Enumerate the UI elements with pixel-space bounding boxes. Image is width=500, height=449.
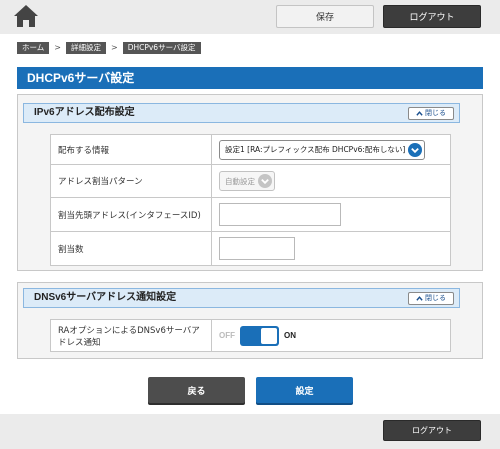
home-icon[interactable] [13,4,39,28]
back-button[interactable]: 戻る [148,377,245,403]
toggle-knob [261,327,277,344]
distribute-info-select[interactable]: 設定1 [RA:プレフィックス配布 DHCPv6:配布しない] [219,139,426,160]
dnsv6-notification-form: RAオプションによるDNSv6サーバアドレス通知 OFF ON [50,319,451,352]
breadcrumb-item-current: DHCPv6サーバ設定 [122,41,201,54]
collapse-label: 閉じる [425,109,446,117]
breadcrumb-separator: > [54,43,61,52]
chevron-up-icon [416,111,423,116]
ra-option-toggle-group: OFF ON [219,325,443,346]
start-address-label: 割当先頭アドレス(インタフェースID) [50,197,212,232]
assign-pattern-value: 自動設定 [225,176,255,186]
assign-pattern-label: アドレス割当パターン [50,164,212,198]
section-header-ipv6-distribution: IPv6アドレス配布設定 閉じる [23,103,460,123]
breadcrumb-item-advanced[interactable]: 詳細設定 [65,41,106,54]
ra-option-label: RAオプションによるDNSv6サーバアドレス通知 [50,319,212,352]
start-address-input[interactable] [219,203,341,226]
assign-pattern-select[interactable]: 自動設定 [219,171,275,191]
chevron-down-icon [258,174,272,188]
section-title: DNSv6サーバアドレス通知設定 [34,292,177,303]
toggle-off-label: OFF [219,331,235,340]
toggle-on-label: ON [284,331,296,340]
breadcrumb-item-home[interactable]: ホーム [17,41,50,54]
save-button[interactable]: 保存 [276,5,374,28]
distribute-info-value: 設定1 [RA:プレフィックス配布 DHCPv6:配布しない] [225,145,406,154]
breadcrumb-separator: > [110,43,118,52]
collapse-label: 閉じる [425,294,446,302]
chevron-up-icon [416,296,423,301]
assign-count-input[interactable] [219,237,295,260]
page-title: DHCPv6サーバ設定 [17,67,483,89]
submit-button[interactable]: 設定 [256,377,353,403]
logout-button[interactable]: ログアウト [383,5,481,28]
chevron-down-icon [408,142,423,157]
collapse-button[interactable]: 閉じる [408,107,454,120]
section-title: IPv6アドレス配布設定 [34,107,135,118]
assign-count-label: 割当数 [50,231,212,266]
ra-option-toggle[interactable] [240,325,279,346]
collapse-button[interactable]: 閉じる [408,292,454,305]
distribute-info-label: 配布する情報 [50,134,212,165]
footer-logout-button[interactable]: ログアウト [383,420,481,441]
ipv6-distribution-form: 配布する情報 設定1 [RA:プレフィックス配布 DHCPv6:配布しない] ア… [50,134,451,266]
breadcrumb: ホーム > 詳細設定 > DHCPv6サーバ設定 [17,41,201,54]
section-header-dnsv6-notification: DNSv6サーバアドレス通知設定 閉じる [23,288,460,308]
